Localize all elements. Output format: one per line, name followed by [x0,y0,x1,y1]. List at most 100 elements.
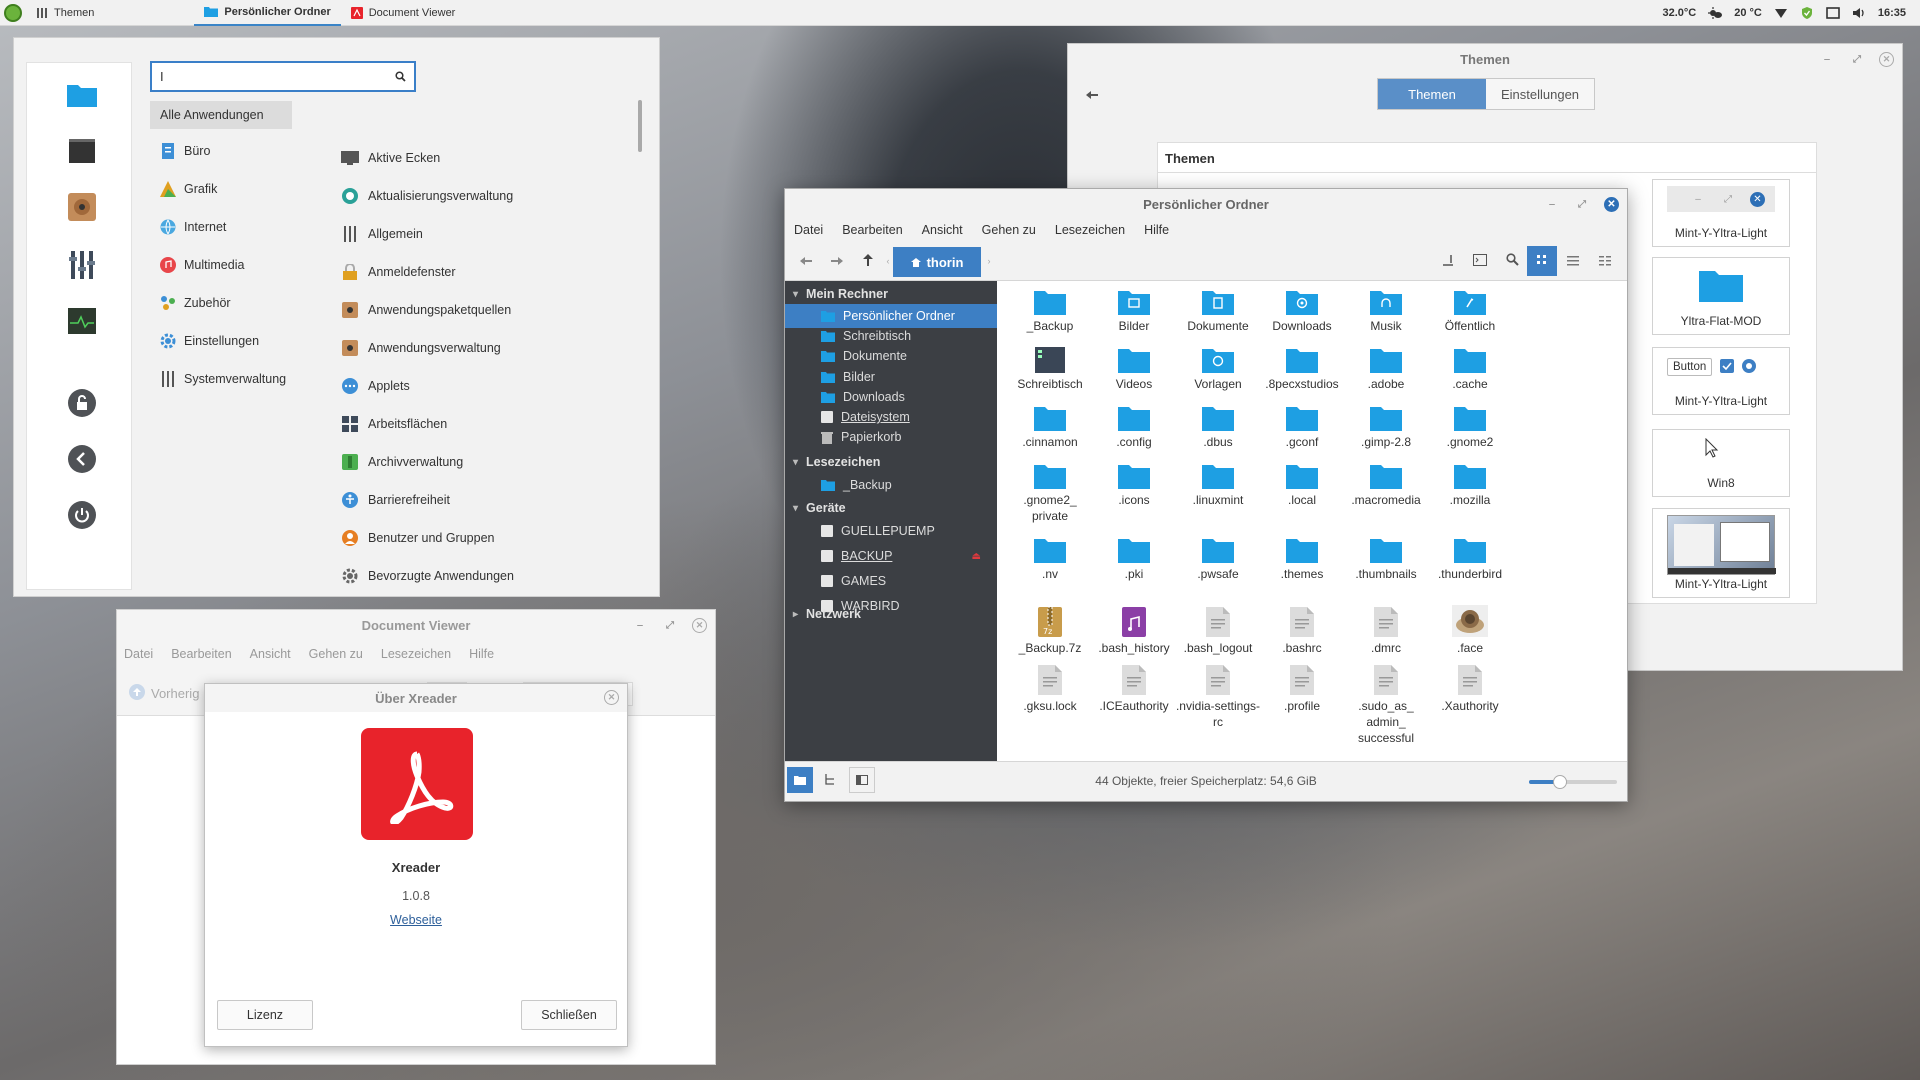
category-accessories[interactable]: Zubehör [150,289,292,317]
zoom-slider[interactable] [1529,775,1617,789]
close-button[interactable]: ✕ [604,690,619,705]
maximize-button[interactable]: ⤢ [1849,51,1865,67]
file-item[interactable]: .nvidia-settings- rc [1173,665,1263,730]
folder-item[interactable]: .local [1257,459,1347,508]
menu-app-item[interactable]: Applets [340,372,540,400]
zoom-slider-handle[interactable] [1552,775,1567,789]
menu-app-item[interactable]: Anwendungspaketquellen [340,296,540,324]
folder-item[interactable]: .themes [1257,533,1347,582]
weather-temperature[interactable]: 20 °C [1734,7,1762,19]
new-folder-button[interactable] [1436,249,1460,273]
menu-app-item[interactable]: Anwendungsverwaltung [340,334,540,362]
menu-scrollbar[interactable] [638,100,642,152]
tab-settings[interactable]: Einstellungen [1486,79,1594,109]
folder-item[interactable]: .cinnamon [1005,401,1095,450]
theme-card-window-borders[interactable]: ‒ ⤢ ✕ Mint-Y-Yltra-Light [1652,179,1790,247]
menu-item[interactable]: Hilfe [469,647,494,661]
forward-button[interactable] [825,249,849,273]
folder-item[interactable]: Schreibtisch [1005,343,1095,392]
sidebar-device[interactable]: GUELLEPUEMP [785,519,997,543]
minimize-button[interactable]: ‒ [1819,51,1835,67]
folder-item[interactable]: Vorlagen [1173,343,1263,392]
folder-item[interactable]: .gconf [1257,401,1347,450]
folder-item[interactable]: _Backup [1005,285,1095,334]
website-link[interactable]: Webseite [205,913,627,927]
menu-app-item[interactable]: Allgemein [340,220,540,248]
taskbar-item-document-viewer[interactable]: Document Viewer [341,0,466,26]
menu-item[interactable]: Datei [794,223,823,237]
breadcrumb-home[interactable]: thorin [893,247,981,277]
folder-item[interactable]: .gnome2 [1425,401,1515,450]
search-input[interactable]: I [150,61,416,92]
weather-icon[interactable] [1708,6,1723,19]
menu-item[interactable]: Gehen zu [982,223,1036,237]
menu-app-item[interactable]: Archivverwaltung [340,448,540,476]
notifications-icon[interactable] [1826,6,1840,19]
menu-item[interactable]: Lesezeichen [381,647,451,661]
clock[interactable]: 16:35 [1878,7,1906,19]
folder-item[interactable]: .nv [1005,533,1095,582]
close-dialog-button[interactable]: Schließen [521,1000,617,1030]
file-item[interactable]: .dmrc [1341,607,1431,656]
folder-item[interactable]: .gnome2_ private [1005,459,1095,524]
folder-item[interactable]: .pki [1089,533,1179,582]
folder-item[interactable]: .thunderbird [1425,533,1515,582]
folder-item[interactable]: .mozilla [1425,459,1515,508]
fav-system-monitor[interactable] [67,307,97,337]
category-all[interactable]: Alle Anwendungen [150,101,292,129]
folder-item[interactable]: .macromedia [1341,459,1431,508]
file-item[interactable]: .gksu.lock [1005,665,1095,714]
menu-app-item[interactable]: Benutzer und Gruppen [340,524,540,552]
folder-item[interactable]: Öffentlich [1425,285,1515,334]
folder-item[interactable]: Musik [1341,285,1431,334]
theme-card-icons[interactable]: Yltra-Flat-MOD [1652,257,1790,335]
file-item[interactable]: .bashrc [1257,607,1347,656]
folder-item[interactable]: .gimp-2.8 [1341,401,1431,450]
fav-settings[interactable] [67,250,97,281]
theme-card-controls[interactable]: Button Mint-Y-Yltra-Light [1652,347,1790,415]
previous-page-button[interactable]: Vorherig [129,684,199,703]
close-button[interactable]: ✕ [1879,51,1894,67]
file-item[interactable]: 7z _Backup.7z [1005,607,1095,656]
category-graphics[interactable]: Grafik [150,175,292,203]
theme-card-mouse-pointer[interactable]: Win8 [1652,429,1790,497]
file-item[interactable]: .Xauthority [1425,665,1515,714]
cpu-temperature[interactable]: 32.0°C [1662,7,1696,19]
close-button[interactable]: ✕ [1604,196,1619,212]
folder-item[interactable]: Dokumente [1173,285,1263,334]
back-button[interactable] [794,249,818,273]
menu-item[interactable]: Ansicht [250,647,291,661]
close-button[interactable]: ✕ [692,617,707,633]
file-item[interactable]: .sudo_as_ admin_ successful [1341,665,1431,746]
fav-software-sources[interactable] [67,192,97,223]
shutdown-button[interactable] [67,500,97,531]
search-button[interactable] [1500,249,1524,273]
list-view-button[interactable] [1561,249,1585,273]
icon-view-button[interactable] [1527,246,1557,276]
menu-item[interactable]: Lesezeichen [1055,223,1125,237]
folder-item[interactable]: .icons [1089,459,1179,508]
sidebar-item-6[interactable]: Papierkorb [785,425,997,449]
terminal-button[interactable] [1468,249,1492,273]
minimize-button[interactable]: ‒ [1544,196,1560,212]
category-settings[interactable]: Einstellungen [150,327,292,355]
tab-themes[interactable]: Themen [1378,79,1486,109]
file-item[interactable]: .face [1425,605,1515,656]
folder-item[interactable]: .dbus [1173,401,1263,450]
folder-item[interactable]: Bilder [1089,285,1179,334]
folder-item[interactable]: .config [1089,401,1179,450]
menu-item[interactable]: Hilfe [1144,223,1169,237]
theme-card-desktop[interactable]: Mint-Y-Yltra-Light [1652,508,1790,598]
sidebar-section-network[interactable]: ▸ Netzwerk [793,607,861,621]
folder-item[interactable]: .linuxmint [1173,459,1263,508]
eject-icon[interactable]: ⏏ [972,551,981,562]
logout-button[interactable] [67,444,97,475]
menu-app-item[interactable]: Bevorzugte Anwendungen [340,562,540,590]
sidebar-section-devices[interactable]: ▾ Geräte [793,501,846,515]
file-item[interactable]: .ICEauthority [1089,665,1179,714]
sidebar-section-my-computer[interactable]: ▾ Mein Rechner [793,287,888,301]
up-button[interactable] [856,249,880,273]
file-item[interactable]: .bash_history [1089,607,1179,656]
folder-item[interactable]: .pwsafe [1173,533,1263,582]
menu-app-item[interactable]: Barrierefreiheit [340,486,540,514]
